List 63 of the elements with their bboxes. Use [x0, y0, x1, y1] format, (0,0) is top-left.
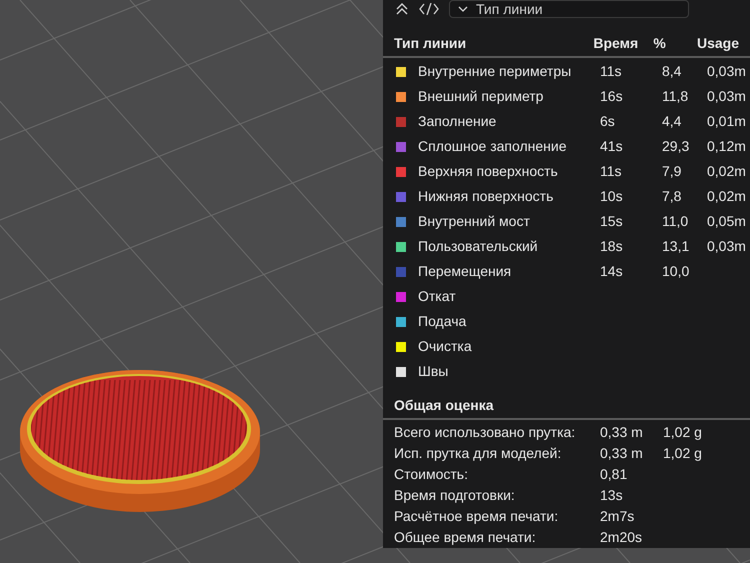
summary-value: 2m20s — [600, 529, 642, 545]
summary-value: 2m7s — [600, 508, 634, 524]
summary-label: Всего использовано прутка: — [394, 424, 576, 440]
line-type-name: Пользовательский — [418, 238, 538, 254]
line-type-name: Откат — [418, 288, 456, 304]
usage-cell-text: 0,05m — [707, 212, 746, 231]
time-cell: 14s — [600, 263, 623, 279]
percent-cell: 7,9 — [662, 163, 682, 179]
usage-cell-text: 0,03m — [707, 87, 746, 106]
percent-cell: 7,8 — [662, 188, 682, 204]
summary-label: Время подготовки: — [394, 487, 515, 503]
code-icon[interactable] — [419, 3, 439, 15]
column-header: % — [653, 34, 667, 53]
summary-value: 1,02 g — [663, 424, 702, 440]
usage-cell-text: 0,02m — [707, 162, 746, 181]
summary-label: Исп. прутка для моделей: — [394, 445, 562, 461]
column-header: Usage — [696, 34, 739, 53]
line-type-name: Швы — [418, 363, 448, 379]
percent-cell: 4,4 — [662, 113, 682, 129]
summary-value: 0,33 m — [600, 445, 643, 461]
chevron-down-icon — [458, 6, 468, 12]
column-header: Время — [593, 34, 640, 53]
column-header: Тип линии — [394, 34, 468, 53]
line-type-name: Внутренние периметры — [418, 63, 572, 79]
line-type-name: Нижняя поверхность — [418, 188, 554, 204]
summary-label: Расчётное время печати: — [394, 508, 558, 524]
percent-cell: 11,8 — [662, 88, 688, 104]
line-type-name: Очистка — [418, 338, 472, 354]
dropdown-value: Тип линии — [476, 2, 543, 16]
line-type-name: Заполнение — [418, 113, 496, 129]
usage-cell-text: 0,02m — [707, 187, 746, 206]
time-cell: 11s — [600, 63, 622, 79]
time-cell: 41s — [600, 138, 623, 154]
summary-value: 13s — [600, 487, 623, 503]
usage-cell-text: 0,01m — [707, 112, 746, 131]
percent-cell: 11,0 — [662, 213, 688, 229]
line-type-name: Внутренний мост — [418, 213, 530, 229]
collapse-icon[interactable] — [395, 3, 409, 15]
percent-cell: 10,0 — [662, 263, 690, 279]
line-type-name: Верхняя поверхность — [418, 163, 558, 179]
time-cell: 11s — [600, 163, 622, 179]
time-cell: 10s — [600, 188, 623, 204]
time-cell: 15s — [600, 213, 623, 229]
percent-cell: 13,1 — [662, 238, 690, 254]
time-cell: 16s — [600, 88, 623, 104]
summary-value: 0,81 — [600, 466, 628, 482]
summary-label: Стоимость: — [394, 466, 468, 482]
usage-cell-text: 0,03m — [707, 237, 746, 256]
line-type-name: Сплошное заполнение — [418, 138, 567, 154]
line-type-name: Внешний периметр — [418, 88, 544, 104]
summary-label: Общее время печати: — [394, 529, 536, 545]
time-cell: 18s — [600, 238, 623, 254]
time-cell: 6s — [600, 113, 615, 129]
summary-value: 1,02 g — [663, 445, 702, 461]
line-type-name: Подача — [418, 313, 466, 329]
summary-title: Общая оценка — [394, 396, 494, 415]
usage-cell-text: 0,12m — [707, 137, 746, 156]
summary-value: 0,33 m — [600, 424, 643, 440]
usage-cell-text: 0,03m — [707, 62, 746, 81]
percent-cell: 29,3 — [662, 138, 690, 154]
percent-cell: 8,4 — [662, 63, 682, 79]
line-type-dropdown[interactable]: Тип линии — [449, 0, 689, 18]
line-type-name: Перемещения — [418, 263, 512, 279]
